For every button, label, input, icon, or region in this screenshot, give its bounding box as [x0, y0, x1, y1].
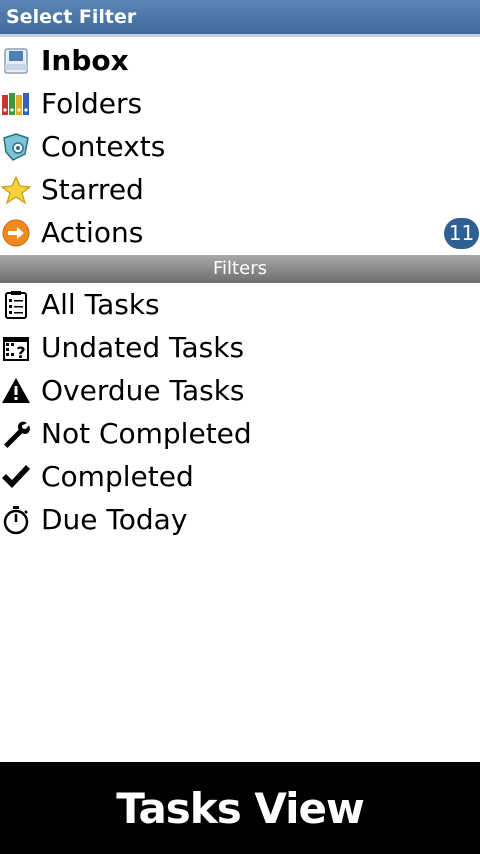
- filter-item-all-tasks[interactable]: All Tasks: [0, 283, 480, 326]
- inbox-label: Inbox: [41, 44, 129, 77]
- list-item-actions[interactable]: Actions 11: [0, 211, 480, 254]
- inbox-icon: [1, 46, 31, 76]
- warning-icon: [1, 376, 31, 406]
- stopwatch-icon: [1, 505, 31, 535]
- starred-label: Starred: [41, 173, 144, 206]
- undated-tasks-label: Undated Tasks: [41, 331, 245, 364]
- arrow-right-icon: [1, 218, 31, 248]
- wrench-icon: [1, 419, 31, 449]
- calendar-question-icon: ?: [1, 333, 31, 363]
- filter-item-not-completed[interactable]: Not Completed: [0, 412, 480, 455]
- footer-caption: Tasks View: [116, 784, 365, 833]
- list-item-contexts[interactable]: Contexts: [0, 125, 480, 168]
- svg-text:?: ?: [16, 343, 25, 362]
- page-title: Select Filter: [6, 6, 137, 28]
- filters-section-header: Filters: [0, 255, 480, 283]
- list-item-starred[interactable]: Starred: [0, 168, 480, 211]
- contexts-label: Contexts: [41, 130, 166, 163]
- folders-icon: [1, 89, 31, 119]
- filter-item-due-today[interactable]: Due Today: [0, 498, 480, 541]
- clipboard-icon: [1, 290, 31, 320]
- filter-item-undated-tasks[interactable]: ? Undated Tasks: [0, 326, 480, 369]
- list-item-folders[interactable]: Folders: [0, 82, 480, 125]
- not-completed-label: Not Completed: [41, 417, 252, 450]
- list-item-inbox[interactable]: Inbox: [0, 39, 480, 82]
- overdue-tasks-label: Overdue Tasks: [41, 374, 245, 407]
- folders-label: Folders: [41, 87, 143, 120]
- filter-item-completed[interactable]: Completed: [0, 455, 480, 498]
- actions-count-badge: 11: [444, 218, 479, 249]
- checkmark-icon: [1, 462, 31, 492]
- actions-label: Actions: [41, 216, 144, 249]
- star-icon: [0, 175, 32, 205]
- footer-bar: Tasks View: [0, 762, 480, 854]
- all-tasks-label: All Tasks: [41, 288, 160, 321]
- completed-label: Completed: [41, 460, 194, 493]
- title-bar: Select Filter: [0, 0, 480, 37]
- contexts-icon: [1, 132, 31, 162]
- due-today-label: Due Today: [41, 503, 188, 536]
- filter-item-overdue-tasks[interactable]: Overdue Tasks: [0, 369, 480, 412]
